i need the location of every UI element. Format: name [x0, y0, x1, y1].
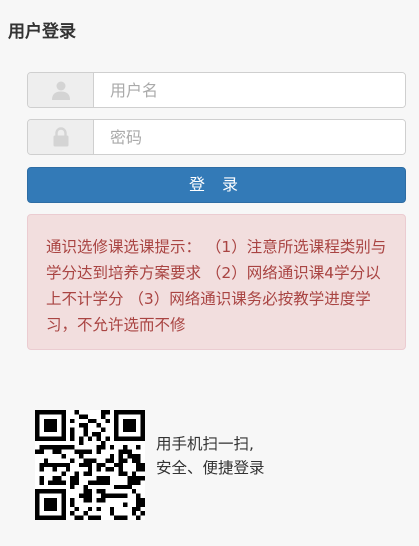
password-field	[27, 119, 406, 155]
username-field	[27, 72, 406, 108]
lock-icon	[28, 120, 94, 154]
username-input[interactable]	[94, 73, 405, 107]
user-icon	[28, 73, 94, 107]
qr-caption-line2: 安全、便捷登录	[156, 459, 265, 477]
qr-caption-line1: 用手机扫一扫,	[156, 435, 254, 453]
course-selection-notice: 通识选修课选课提示： （1）注意所选课程类别与学分达到培养方案要求 （2）网络通…	[27, 214, 406, 350]
qr-code	[35, 410, 145, 520]
password-input[interactable]	[94, 120, 405, 154]
qr-caption: 用手机扫一扫, 安全、便捷登录	[156, 432, 265, 480]
login-button[interactable]: 登 录	[27, 167, 406, 203]
page-title: 用户登录	[8, 22, 76, 42]
